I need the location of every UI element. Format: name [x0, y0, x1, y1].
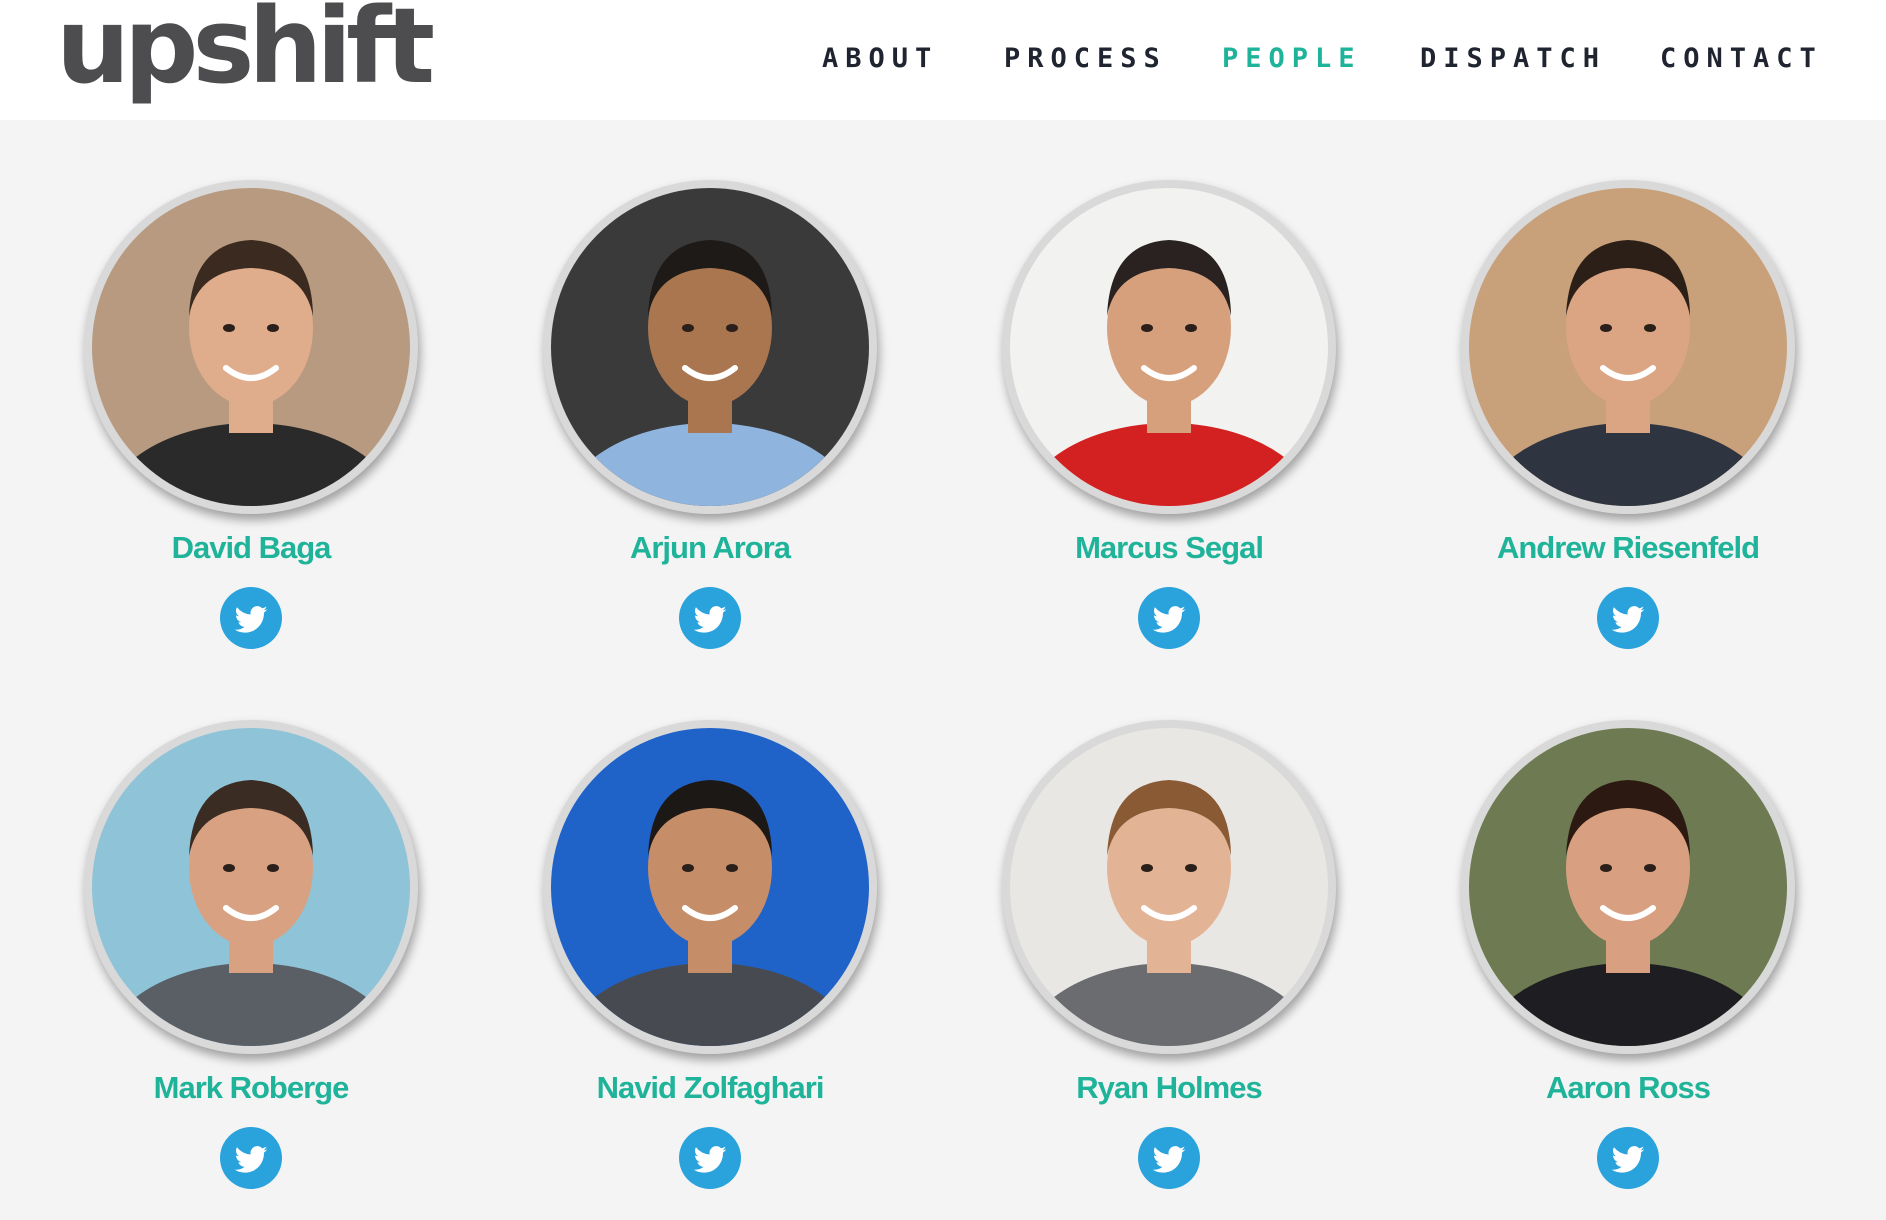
twitter-button[interactable]: [220, 587, 282, 649]
twitter-button[interactable]: [1597, 1127, 1659, 1189]
site-header: upshift ABOUT PROCESS PEOPLE DISPATCH CO…: [0, 0, 1886, 120]
twitter-button[interactable]: [220, 1127, 282, 1189]
nav-about[interactable]: ABOUT: [822, 43, 938, 77]
twitter-button[interactable]: [1138, 587, 1200, 649]
person-name[interactable]: Aaron Ross: [1448, 1070, 1808, 1106]
twitter-button[interactable]: [1138, 1127, 1200, 1189]
photo-portrait: [92, 188, 410, 506]
person-photo: [1002, 720, 1336, 1054]
twitter-button[interactable]: [1597, 587, 1659, 649]
person-card: Mark Roberge: [71, 720, 431, 1220]
person-name[interactable]: Arjun Arora: [530, 530, 890, 566]
person-name[interactable]: Mark Roberge: [71, 1070, 431, 1106]
person-name[interactable]: Ryan Holmes: [989, 1070, 1349, 1106]
twitter-button[interactable]: [679, 1127, 741, 1189]
upshift-logo[interactable]: upshift: [56, 0, 435, 98]
person-photo: [543, 180, 877, 514]
person-name[interactable]: David Baga: [71, 530, 431, 566]
photo-portrait: [1469, 188, 1787, 506]
photo-portrait: [551, 188, 869, 506]
person-card: Andrew Riesenfeld: [1448, 180, 1808, 680]
person-photo: [84, 720, 418, 1054]
person-card: Marcus Segal: [989, 180, 1349, 680]
person-card: Ryan Holmes: [989, 720, 1349, 1220]
photo-portrait: [1010, 188, 1328, 506]
nav-dispatch[interactable]: DISPATCH: [1420, 43, 1606, 77]
nav-process[interactable]: PROCESS: [1004, 43, 1167, 77]
photo-portrait: [1010, 728, 1328, 1046]
photo-portrait: [92, 728, 410, 1046]
person-card: Aaron Ross: [1448, 720, 1808, 1220]
person-card: Navid Zolfaghari: [530, 720, 890, 1220]
person-photo: [1002, 180, 1336, 514]
people-grid: David Baga Arjun Arora Marcus Segal Andr…: [0, 120, 1886, 1214]
person-name[interactable]: Marcus Segal: [989, 530, 1349, 566]
person-card: David Baga: [71, 180, 431, 680]
person-photo: [543, 720, 877, 1054]
nav-people[interactable]: PEOPLE: [1222, 43, 1362, 77]
person-name[interactable]: Navid Zolfaghari: [530, 1070, 890, 1106]
photo-portrait: [1469, 728, 1787, 1046]
person-card: Arjun Arora: [530, 180, 890, 680]
person-name[interactable]: Andrew Riesenfeld: [1448, 530, 1808, 566]
person-photo: [84, 180, 418, 514]
person-photo: [1461, 720, 1795, 1054]
twitter-button[interactable]: [679, 587, 741, 649]
photo-portrait: [551, 728, 869, 1046]
nav-contact[interactable]: CONTACT: [1660, 43, 1823, 77]
person-photo: [1461, 180, 1795, 514]
